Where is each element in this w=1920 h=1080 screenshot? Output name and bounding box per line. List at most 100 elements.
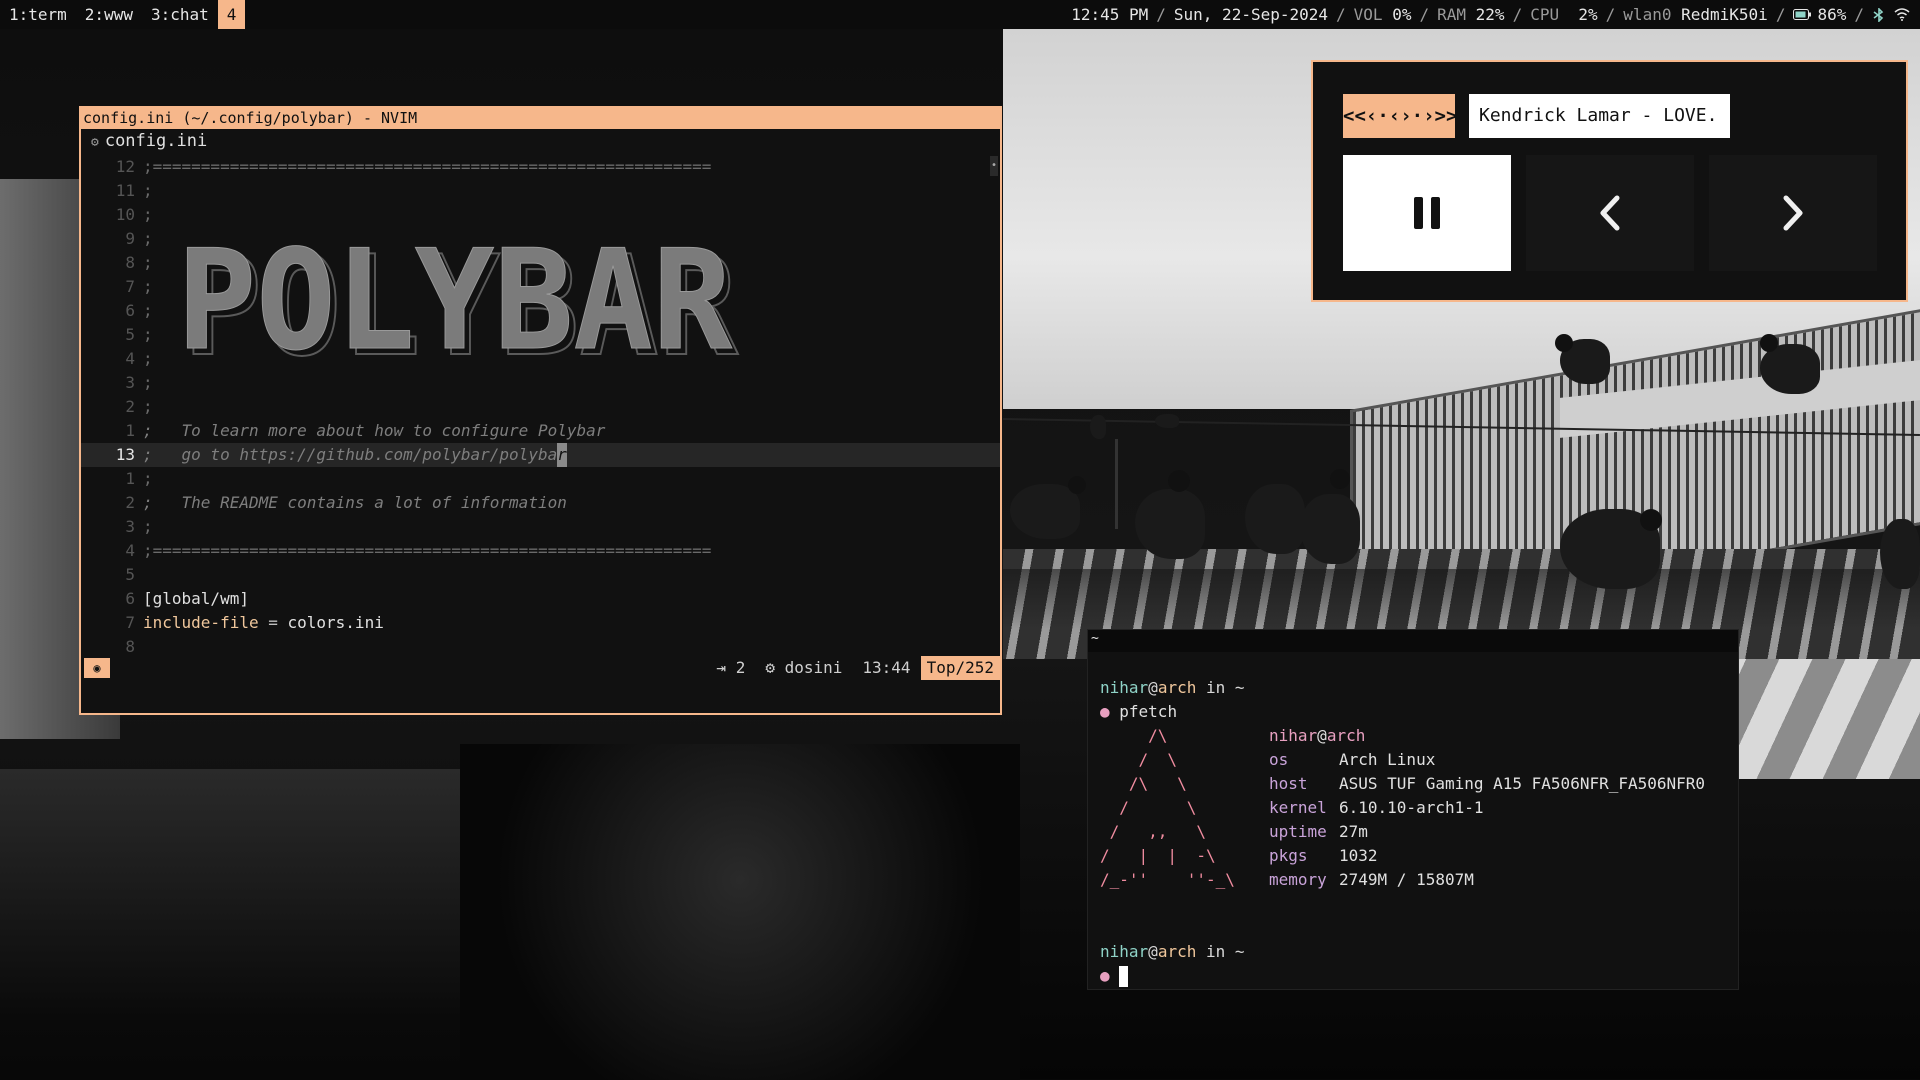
pigeon-head — [1555, 334, 1573, 352]
nvim-window[interactable]: config.ini (~/.config/polybar) - NVIM ⚙ c… — [79, 106, 1002, 715]
arch-ascii-line: /\ — [1100, 726, 1168, 745]
ram-spacer — [1466, 0, 1476, 29]
polybar: 1:term 2:www 3:chat 4 12:45 PM / Sun, 22… — [0, 0, 1920, 29]
line-text-content: ; go to https://github.com/polybar/polyb… — [143, 445, 558, 464]
shell-prompt: nihar@arch in ~ — [1100, 940, 1245, 964]
line-number: 10 — [115, 205, 135, 224]
config-value: colors.ini — [287, 613, 384, 632]
polybar-ascii-banner: POLYBAR POLYBAR — [177, 228, 740, 386]
code-line: 2 ; The README contains a lot of informat… — [81, 491, 1000, 515]
line-number: 3 — [125, 373, 135, 392]
ram-value: 22% — [1475, 5, 1505, 24]
pfetch-at: @ — [1317, 726, 1327, 745]
mode-indicator-icon: ◉ — [84, 658, 110, 678]
prompt-bullet: ● — [1100, 966, 1110, 985]
arch-ascii-line: /_-'' ''-_\ — [1100, 870, 1235, 889]
line-text: ; go to https://github.com/polybar/polyb… — [143, 443, 567, 467]
code-line: 1; — [81, 467, 1000, 491]
arch-ascii-line: /\ \ — [1100, 774, 1187, 793]
arch-ascii-line: / | | -\ — [1100, 846, 1216, 865]
pfetch-user: nihar — [1269, 726, 1318, 745]
prompt-at: @ — [1148, 942, 1158, 961]
pfetch-value: Arch Linux — [1339, 750, 1436, 769]
command-text: pfetch — [1109, 702, 1178, 721]
indent-info: ⇥ 2 — [716, 658, 746, 677]
line-text: ; — [143, 253, 153, 272]
previous-track-button[interactable] — [1526, 155, 1694, 271]
network-ssid[interactable]: RedmiK50i — [1681, 0, 1768, 29]
pigeon-head — [1068, 476, 1086, 494]
wifi-icon[interactable] — [1894, 0, 1910, 29]
pfetch-row: host ASUS TUF Gaming A15 FA506NFR_FA506NF… — [1269, 772, 1705, 796]
cpu-spacer — [1559, 0, 1569, 29]
code-line: 5 — [81, 563, 1000, 587]
line-text: ; — [143, 229, 153, 248]
prompt-dir: ~ — [1234, 678, 1245, 697]
line-text: ; To learn more about how to configure P… — [143, 421, 606, 440]
line-number: 5 — [125, 325, 135, 344]
pigeon-head — [1330, 469, 1350, 489]
cpu-value: 2% — [1568, 5, 1598, 24]
wallpaper-roof-shade — [1003, 569, 1920, 629]
line-number: 5 — [125, 565, 135, 584]
prompt-in: in — [1196, 678, 1235, 697]
pfetch-row: memory 2749M / 15807M — [1269, 868, 1474, 892]
wallpaper-shadow-center — [460, 744, 1020, 1080]
shell-prompt: nihar@arch in ~ — [1100, 676, 1245, 700]
config-operator: = — [258, 613, 288, 632]
arch-ascii-line: / \ — [1100, 798, 1197, 817]
separator: / — [1512, 5, 1523, 24]
terminal-window[interactable]: ~ nihar@arch in ~ ● pfetch /\ / \ /\ \ /… — [1087, 629, 1739, 990]
line-text: ; — [143, 205, 153, 224]
workspace-4[interactable]: 4 — [217, 0, 246, 29]
scroll-progress: Top/252 — [920, 656, 1000, 680]
shell-input-line[interactable]: ● — [1100, 964, 1129, 988]
workspace-3[interactable]: 3:chat — [142, 0, 218, 29]
bluetooth-icon[interactable] — [1872, 0, 1886, 29]
code-line: 7 include-file = colors.ini — [81, 611, 1000, 635]
prompt-bullet: ● — [1100, 702, 1110, 721]
pigeon — [1300, 494, 1360, 564]
line-number: 2 — [125, 493, 135, 512]
editor-buffer[interactable]: 1 2 ;=====================================… — [81, 155, 1000, 656]
next-track-button[interactable] — [1709, 155, 1877, 271]
pause-icon — [1414, 197, 1440, 229]
pfetch-label: pkgs — [1269, 846, 1308, 865]
pigeon-head — [1168, 470, 1190, 492]
pfetch-row: uptime 27m — [1269, 820, 1368, 844]
line-number: 3 — [125, 517, 135, 536]
separator: / — [1854, 5, 1864, 24]
battery-icon — [1793, 0, 1812, 29]
volume-value[interactable]: 0% — [1392, 0, 1411, 29]
line-text: ;=======================================… — [143, 541, 712, 560]
line-text: ; — [143, 301, 153, 320]
line-number: 6 — [125, 589, 135, 608]
line-number: 11 — [115, 181, 135, 200]
clock-date: Sun, 22-Sep-2024 — [1173, 5, 1329, 24]
pfetch-row: kernel 6.10.10-arch1-1 — [1269, 796, 1484, 820]
prompt-at: @ — [1148, 678, 1158, 697]
pigeon — [1880, 519, 1920, 589]
pfetch-value: 2749M / 15807M — [1339, 870, 1474, 889]
pfetch-value: ASUS TUF Gaming A15 FA506NFR_FA506NFR0 — [1339, 774, 1706, 793]
pfetch-label: kernel — [1269, 798, 1327, 817]
buffer-tab-label: config.ini — [104, 131, 208, 151]
line-number: 4 — [125, 541, 135, 560]
line-number: 13 — [115, 445, 135, 464]
line-text: ; — [143, 517, 153, 536]
pigeon — [1010, 484, 1080, 539]
wallpaper-wall-lower — [0, 769, 460, 1019]
workspace-1[interactable]: 1:term — [0, 0, 76, 29]
pfetch-host: arch — [1326, 726, 1366, 745]
prompt-in: in — [1196, 942, 1235, 961]
buffer-tab[interactable]: ⚙ config.ini — [81, 129, 1000, 153]
pfetch-label: uptime — [1269, 822, 1327, 841]
arch-ascii-line: / ,, \ — [1100, 822, 1206, 841]
separator: / — [1419, 5, 1430, 24]
pause-button[interactable] — [1343, 155, 1511, 271]
line-text: ; — [143, 373, 153, 392]
line-number: 1 — [125, 421, 135, 440]
workspace-2[interactable]: 2:www — [76, 0, 142, 29]
prompt-user: nihar — [1100, 678, 1149, 697]
window-title: ~ — [1088, 630, 1738, 652]
